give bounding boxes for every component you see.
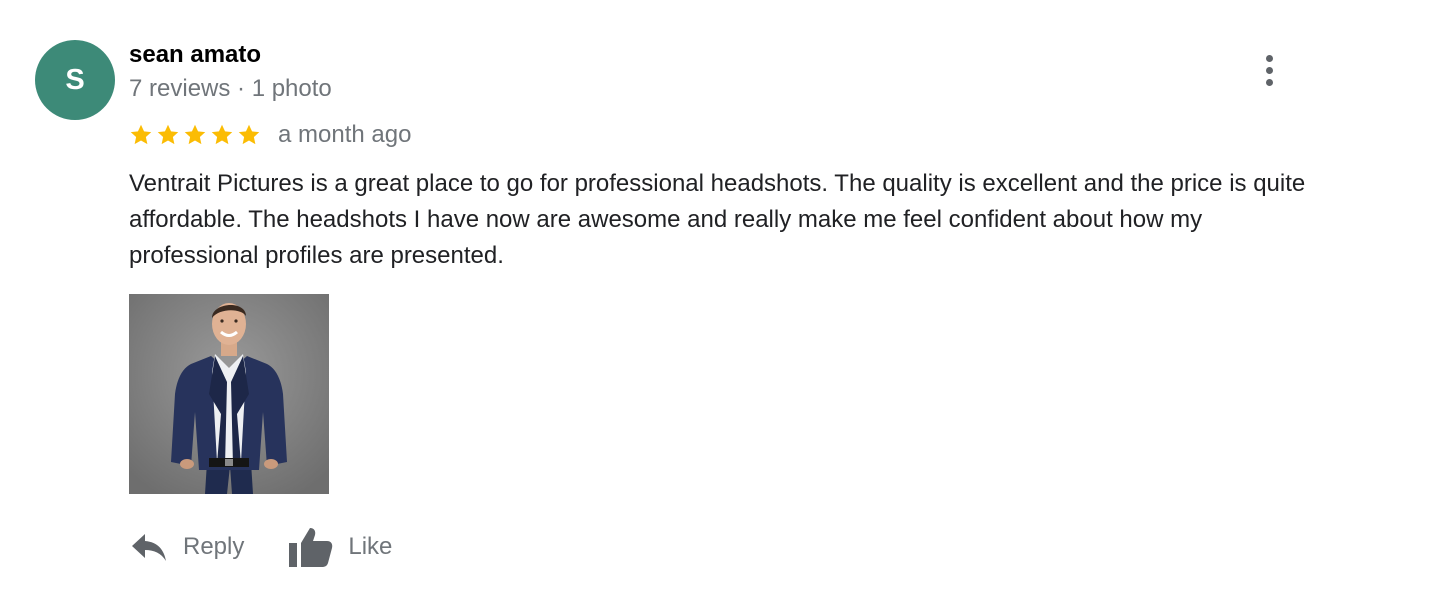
reply-button[interactable]: Reply xyxy=(129,530,244,564)
avatar-initial: S xyxy=(65,63,85,96)
star-rating xyxy=(129,123,261,147)
thumbs-up-icon xyxy=(289,528,333,567)
reply-icon xyxy=(132,534,166,561)
like-button[interactable]: Like xyxy=(288,526,392,568)
review-actions: Reply Like xyxy=(129,520,392,574)
author-name[interactable]: sean amato xyxy=(129,41,261,69)
more-vert-icon xyxy=(1265,54,1273,86)
author-stats[interactable]: 7 reviews · 1 photo xyxy=(129,75,332,103)
star-icon xyxy=(238,124,260,145)
rating-row: a month ago xyxy=(129,120,411,150)
like-label: Like xyxy=(348,533,393,560)
review-photo[interactable] xyxy=(129,294,329,494)
star-icon xyxy=(130,124,152,145)
reply-label: Reply xyxy=(183,533,245,560)
review-card: S sean amato 7 reviews · 1 photo a month… xyxy=(0,0,1436,604)
review-date: a month ago xyxy=(278,121,412,148)
more-options-button[interactable] xyxy=(1253,50,1285,90)
star-icon xyxy=(211,124,233,145)
avatar[interactable]: S xyxy=(35,40,115,120)
headshot-photo xyxy=(129,294,329,494)
star-icon xyxy=(157,124,179,145)
review-text: Ventrait Pictures is a great place to go… xyxy=(129,170,1306,269)
star-icon xyxy=(184,124,206,145)
